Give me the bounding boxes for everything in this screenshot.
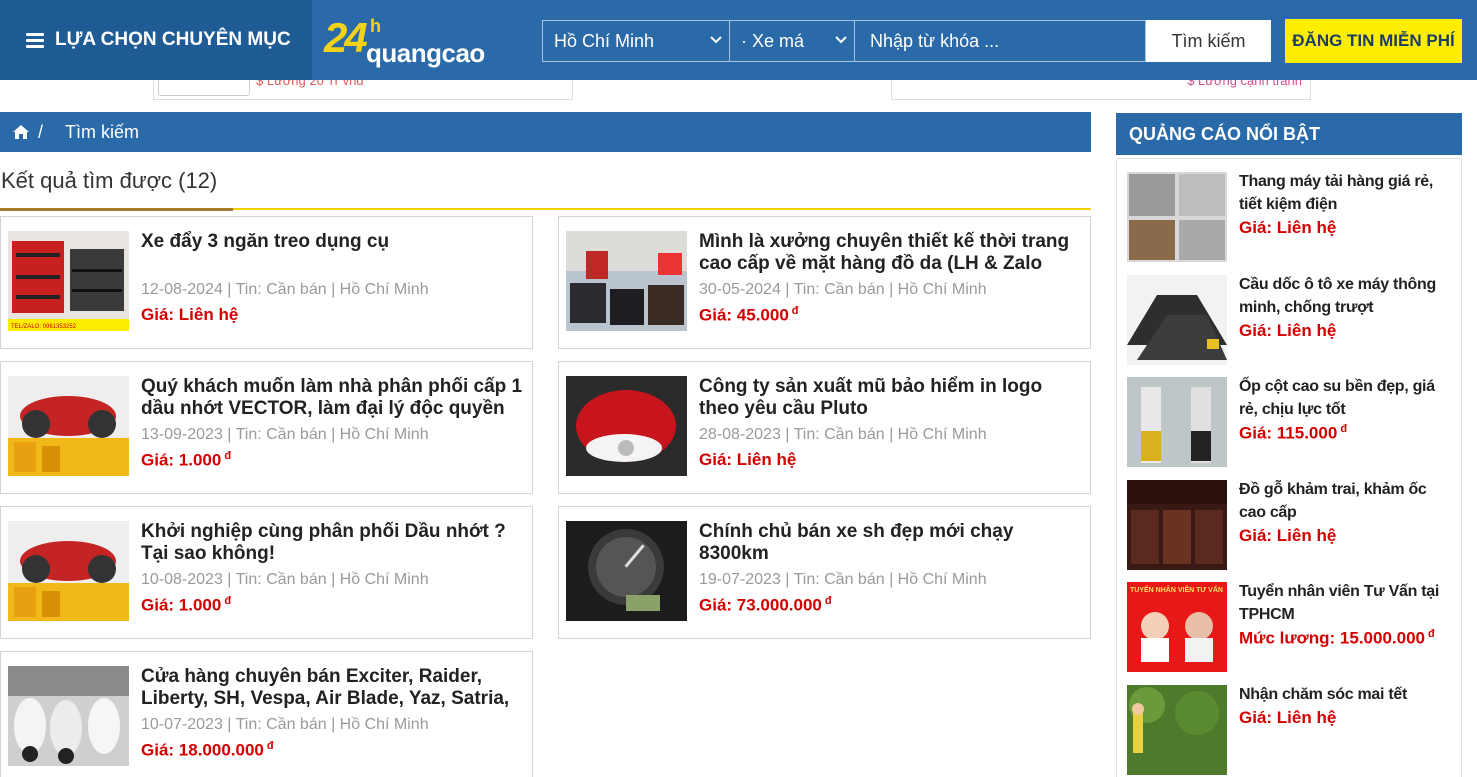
listing-title[interactable]: Khởi nghiệp cùng phân phối Dầu nhớt ? Tạ… [141, 521, 526, 565]
listing-image-engine-oil[interactable] [8, 521, 129, 621]
listing-title[interactable]: Mình là xưởng chuyên thiết kế thời trang… [699, 231, 1084, 275]
featured-ad-item[interactable]: TUYỂN NHÂN VIÊN TƯ VẤN Tuyển nhân viên T… [1127, 582, 1457, 674]
featured-ad-price: Giá: Liên hệ [1239, 526, 1337, 545]
listing-meta: 10-07-2023 | Tin: Cần bán | Hồ Chí Minh [141, 716, 429, 733]
listing-image-helmet[interactable] [566, 376, 687, 476]
featured-ad-title[interactable]: Đồ gỗ khảm trai, khảm ốc cao cấp [1239, 478, 1454, 524]
hamburger-icon [26, 30, 44, 51]
featured-ad-title[interactable]: Cầu dốc ô tô xe máy thông minh, chống tr… [1239, 273, 1454, 319]
breadcrumb-separator: / [38, 121, 44, 142]
featured-ad-image-elevator[interactable] [1127, 172, 1227, 262]
featured-ad-item[interactable]: Cầu dốc ô tô xe máy thông minh, chống tr… [1127, 275, 1457, 367]
top-ad-left-salary: $ Lương 20 Tr vnđ [256, 80, 364, 88]
breadcrumb-current: Tìm kiếm [65, 121, 140, 142]
top-ad-right-salary: $ Lương cạnh tranh [1187, 80, 1302, 88]
category-menu-button[interactable]: LỰA CHỌN CHUYÊN MỤC [0, 0, 312, 80]
featured-ad-title[interactable]: Tuyển nhân viên Tư Vấn tại TPHCM [1239, 580, 1454, 626]
listing-card[interactable]: Công ty sản xuất mũ bảo hiểm in logo the… [558, 361, 1091, 494]
listing-title[interactable]: Xe đẩy 3 ngăn treo dụng cụ [141, 231, 526, 253]
search-input[interactable]: Nhập từ khóa ... [854, 20, 1146, 62]
listing-meta: 13-09-2023 | Tin: Cần bán | Hồ Chí Minh [141, 426, 429, 443]
featured-ad-image-recruitment[interactable]: TUYỂN NHÂN VIÊN TƯ VẤN [1127, 582, 1227, 672]
top-ad-right[interactable]: $ Lương cạnh tranh [891, 80, 1311, 100]
listing-price: Giá: 73.000.000 đ [699, 595, 832, 615]
listing-meta: 19-07-2023 | Tin: Cần bán | Hồ Chí Minh [699, 571, 987, 588]
breadcrumb: / Tìm kiếm [0, 112, 1091, 152]
category-select[interactable]: · Xe má [729, 20, 855, 62]
category-menu-label: LỰA CHỌN CHUYÊN MỤC [55, 29, 291, 50]
results-heading: Kết quả tìm được (12) [1, 168, 218, 193]
featured-ad-price: Giá: 115.000 đ [1239, 423, 1348, 443]
featured-ad-title[interactable]: Nhận chăm sóc mai tết [1239, 683, 1454, 706]
listing-image-engine-oil[interactable] [8, 376, 129, 476]
listing-price: Giá: 45.000 đ [699, 305, 799, 325]
featured-ad-item[interactable]: Nhận chăm sóc mai tết Giá: Liên hệ [1127, 685, 1457, 777]
listing-title[interactable]: Chính chủ bán xe sh đẹp mới chạy 8300km [699, 521, 1084, 565]
featured-ad-price: Giá: Liên hệ [1239, 321, 1337, 340]
featured-ad-image-column-guard[interactable] [1127, 377, 1227, 467]
listing-price: Giá: Liên hệ [699, 450, 797, 469]
heading-divider [0, 208, 1091, 211]
featured-ad-salary: Mức lương: 15.000.000 đ [1239, 628, 1435, 648]
listing-image-leather-workshop[interactable] [566, 231, 687, 331]
listing-title[interactable]: Quý khách muốn làm nhà phân phối cấp 1 d… [141, 376, 526, 420]
featured-ad-image-ramp[interactable] [1127, 275, 1227, 365]
listing-meta: 10-08-2023 | Tin: Cần bán | Hồ Chí Minh [141, 571, 429, 588]
home-icon[interactable] [12, 124, 30, 140]
listing-card[interactable]: Khởi nghiệp cùng phân phối Dầu nhớt ? Tạ… [0, 506, 533, 639]
listing-price: Giá: 1.000 đ [141, 450, 232, 470]
listing-price: Giá: 1.000 đ [141, 595, 232, 615]
chevron-down-icon [834, 33, 848, 47]
listing-image-motorbike-store[interactable] [8, 666, 129, 766]
location-select[interactable]: Hồ Chí Minh [542, 20, 730, 62]
listing-meta: 12-08-2024 | Tin: Cần bán | Hồ Chí Minh [141, 281, 429, 298]
listing-card[interactable]: Quý khách muốn làm nhà phân phối cấp 1 d… [0, 361, 533, 494]
location-select-value: Hồ Chí Minh [554, 30, 655, 51]
listing-image-speedometer[interactable] [566, 521, 687, 621]
category-select-value: · Xe má [741, 30, 805, 51]
logo-number: 24 [324, 14, 368, 61]
listing-price: Giá: Liên hệ [141, 305, 239, 324]
featured-ad-title[interactable]: Ốp cột cao su bền đẹp, giá rẻ, chịu lực … [1239, 375, 1454, 421]
post-free-ad-button[interactable]: ĐĂNG TIN MIỄN PHÍ [1285, 19, 1462, 63]
site-logo[interactable]: 24 h quangcao [324, 12, 524, 68]
search-button[interactable]: Tìm kiếm [1146, 20, 1271, 62]
listing-card[interactable]: Mình là xưởng chuyên thiết kế thời trang… [558, 216, 1091, 349]
listing-image-tool-cart[interactable]: TEL/ZALO: 0961353252 [8, 231, 129, 331]
featured-ad-item[interactable]: Thang máy tải hàng giá rẻ, tiết kiệm điệ… [1127, 172, 1457, 264]
featured-ads-heading: QUẢNG CÁO NỔI BẬT [1116, 113, 1462, 155]
listing-card[interactable]: Chính chủ bán xe sh đẹp mới chạy 8300km … [558, 506, 1091, 639]
listing-title[interactable]: Công ty sản xuất mũ bảo hiểm in logo the… [699, 376, 1084, 420]
featured-ad-item[interactable]: Đồ gỗ khảm trai, khảm ốc cao cấp Giá: Li… [1127, 480, 1457, 572]
featured-ad-item[interactable]: Ốp cột cao su bền đẹp, giá rẻ, chịu lực … [1127, 377, 1457, 469]
featured-ad-image-inlaid-wood[interactable] [1127, 480, 1227, 570]
listing-card[interactable]: TEL/ZALO: 0961353252 Xe đẩy 3 ngăn treo … [0, 216, 533, 349]
listing-meta: 30-05-2024 | Tin: Cần bán | Hồ Chí Minh [699, 281, 987, 298]
top-ad-left[interactable]: $ Lương 20 Tr vnđ [153, 80, 573, 100]
listing-price: Giá: 18.000.000 đ [141, 740, 274, 760]
chevron-down-icon [710, 36, 722, 44]
featured-ad-title[interactable]: Thang máy tải hàng giá rẻ, tiết kiệm điệ… [1239, 170, 1454, 216]
featured-ad-price: Giá: Liên hệ [1239, 708, 1337, 727]
svg-text:TEL/ZALO: 0961353252: TEL/ZALO: 0961353252 [11, 324, 77, 330]
top-ad-thumb [158, 80, 250, 96]
top-header: LỰA CHỌN CHUYÊN MỤC 24 h quangcao Hồ Chí… [0, 0, 1477, 80]
logo-h: h [370, 16, 381, 36]
listing-title[interactable]: Cửa hàng chuyên bán Exciter, Raider, Lib… [141, 666, 526, 710]
listing-card[interactable]: Cửa hàng chuyên bán Exciter, Raider, Lib… [0, 651, 533, 777]
featured-ad-price: Giá: Liên hệ [1239, 218, 1337, 237]
logo-text: quangcao [366, 38, 485, 68]
listing-meta: 28-08-2023 | Tin: Cần bán | Hồ Chí Minh [699, 426, 987, 443]
featured-ad-image-apricot-tree[interactable] [1127, 685, 1227, 775]
